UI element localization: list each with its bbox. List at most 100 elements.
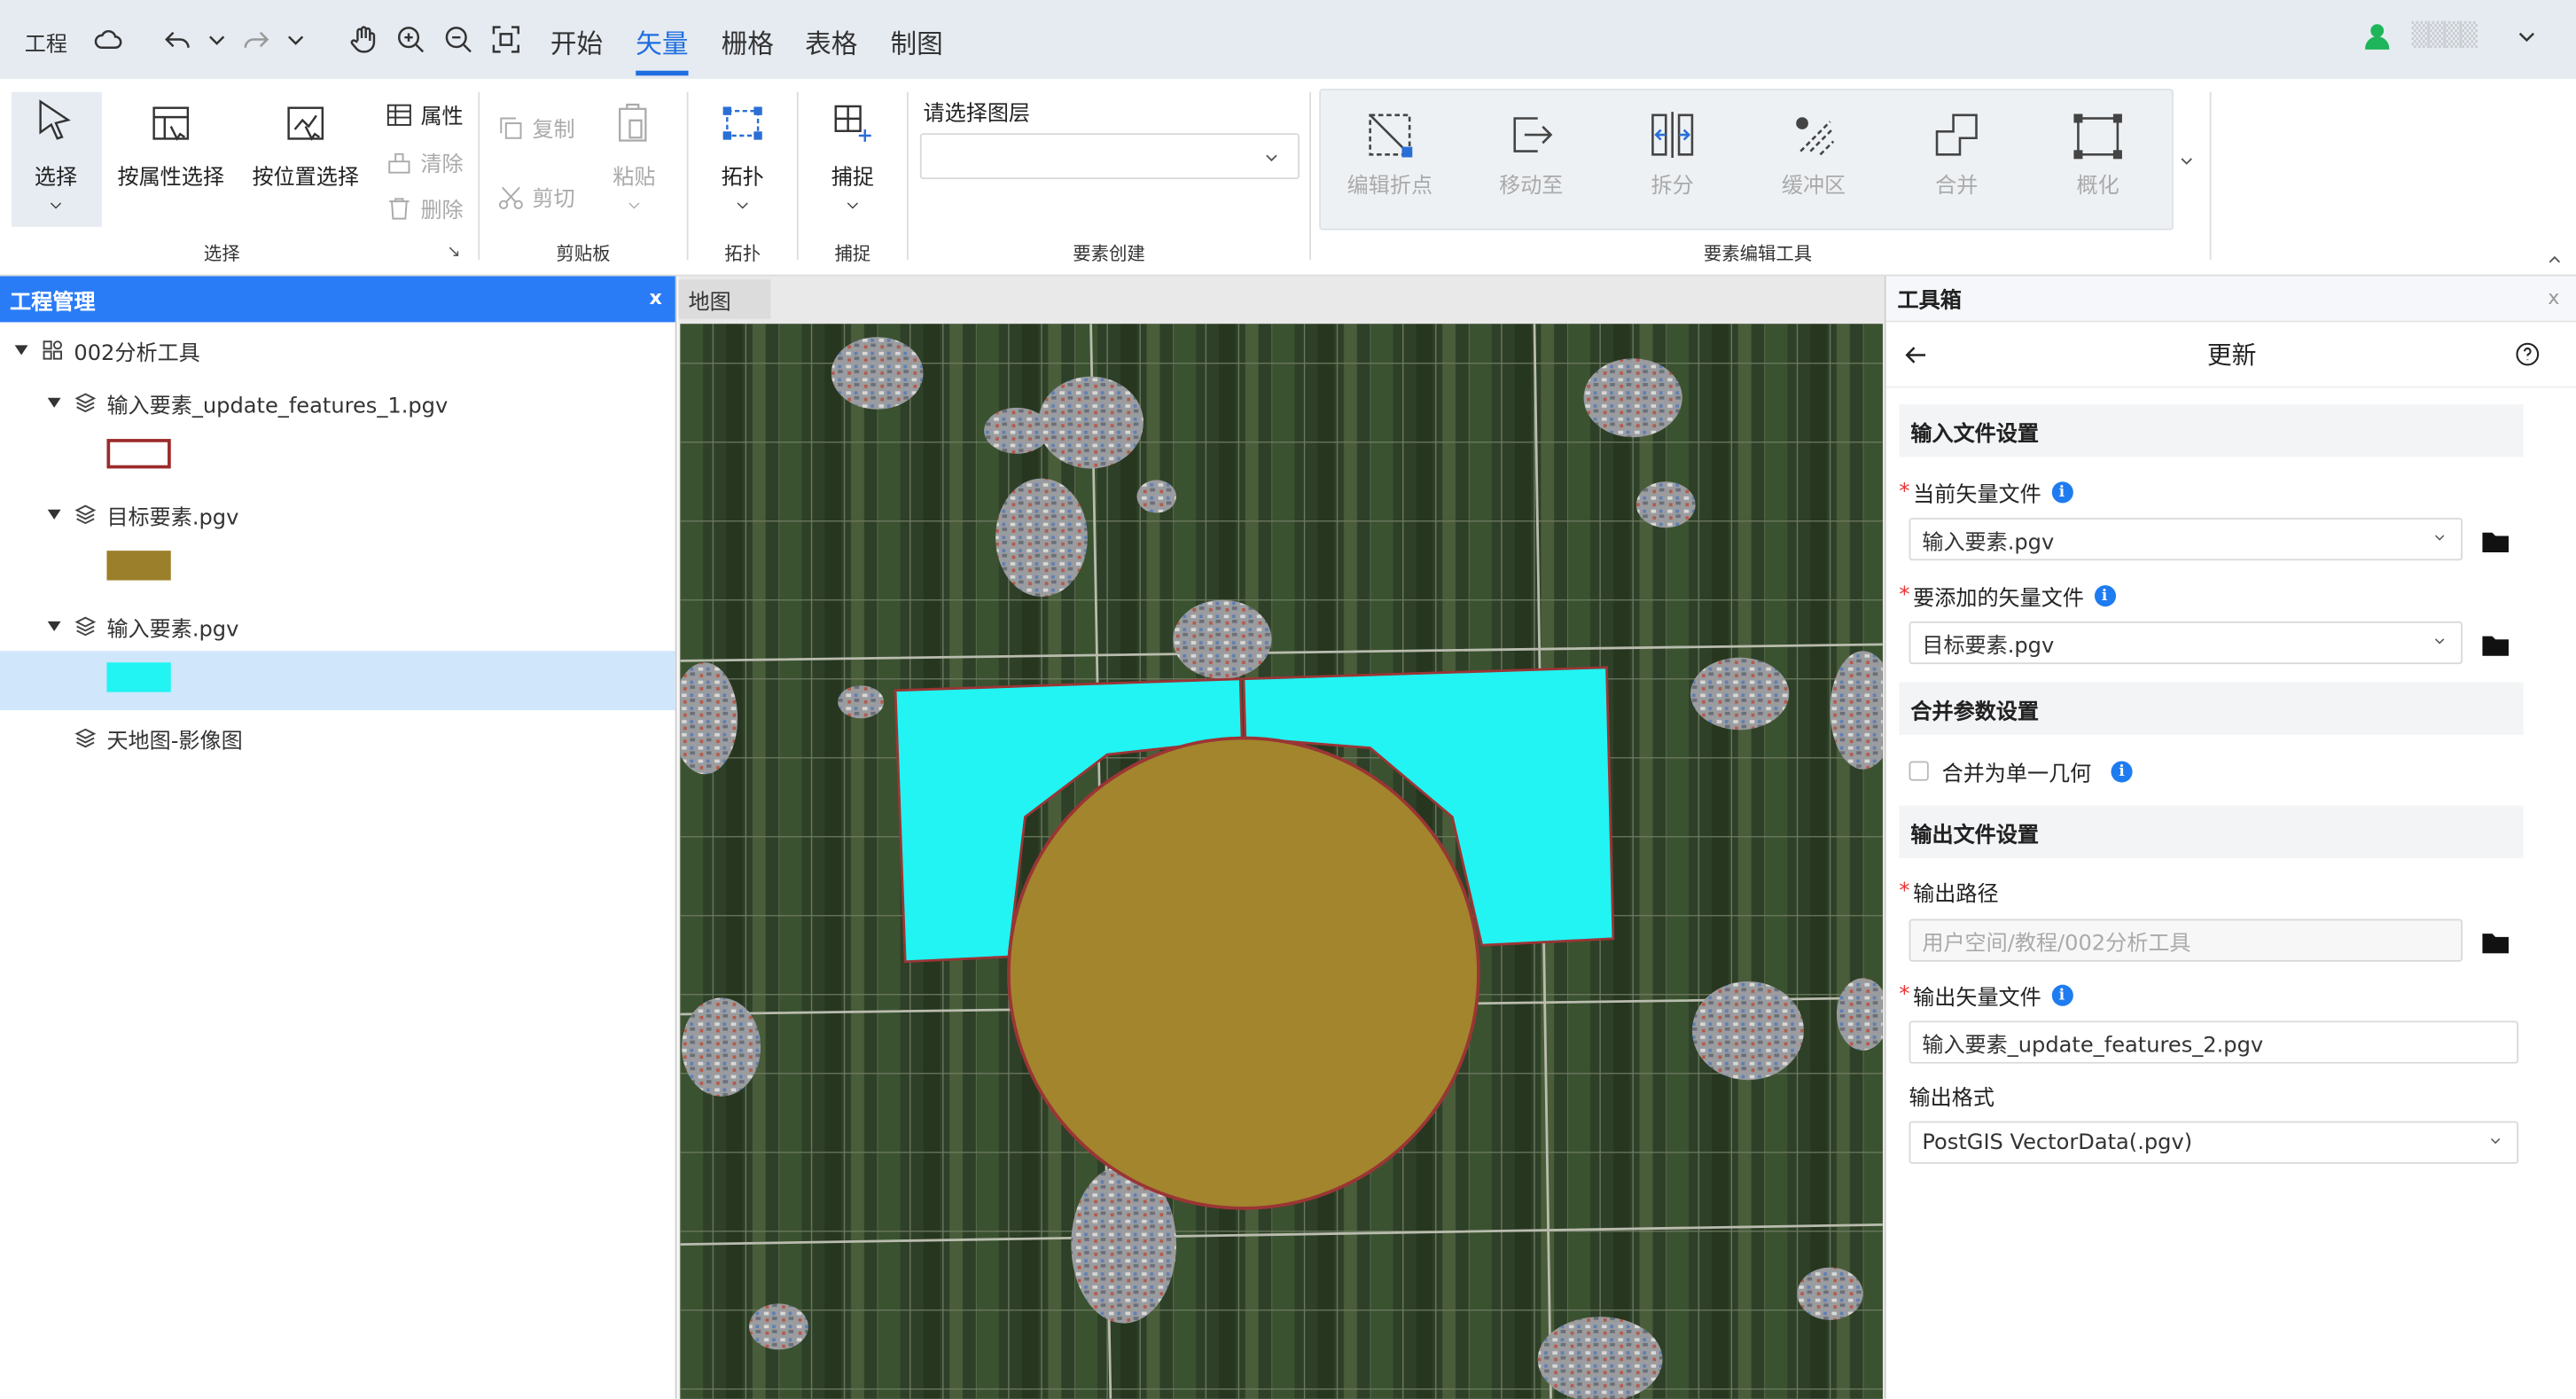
buffer-icon <box>1796 117 1835 156</box>
merge-single-checkbox[interactable] <box>1909 761 1929 781</box>
tree-layer-4[interactable]: 天地图-影像图 <box>0 710 675 766</box>
chevron-down-icon <box>2434 535 2445 541</box>
merge-single-label: 合并为单一几何 i <box>1942 756 2133 787</box>
tab-cartography[interactable]: 制图 <box>890 21 942 61</box>
info-icon[interactable]: i <box>2094 585 2116 607</box>
attributes-button[interactable]: 属性 <box>385 98 464 129</box>
help-icon[interactable] <box>2514 340 2542 369</box>
expand-caret-icon[interactable] <box>47 621 61 632</box>
snap-dropdown-icon[interactable] <box>843 196 863 215</box>
cut-button[interactable]: 剪切 <box>496 181 575 212</box>
tree-root-label: 002分析工具 <box>74 340 200 366</box>
output-path-input[interactable]: 用户空间/教程/002分析工具 <box>1909 918 2463 962</box>
select-tool[interactable]: 选择 <box>17 96 96 215</box>
expand-caret-icon[interactable] <box>14 345 28 356</box>
close-icon[interactable]: x <box>650 286 662 309</box>
expand-caret-icon[interactable] <box>47 397 61 408</box>
edit-vertex-button[interactable]: 编辑折点 <box>1334 108 1446 199</box>
chevron-down-icon <box>2490 1137 2501 1145</box>
project-menu[interactable]: 工程 <box>25 27 67 58</box>
tree-layer-3[interactable]: 输入要素.pgv <box>0 598 675 654</box>
paste-dropdown-icon[interactable] <box>624 196 644 215</box>
tab-vector[interactable]: 矢量 <box>636 21 689 76</box>
folder-icon[interactable] <box>2482 631 2509 656</box>
back-arrow-icon[interactable] <box>1901 340 1930 370</box>
layers-icon <box>74 616 97 637</box>
panel-header: 工具箱 x <box>1885 276 2576 323</box>
group-label-snap: 捕捉 <box>834 243 871 265</box>
user-name[interactable]: ▒▒▒▒ <box>2412 23 2478 50</box>
close-icon[interactable]: x <box>2548 286 2559 309</box>
tool-title: 更新 <box>2206 340 2257 371</box>
delete-button[interactable]: 删除 <box>385 192 464 223</box>
layer-swatch-cyan <box>106 662 171 692</box>
tree-layer-1[interactable]: 输入要素_update_features_1.pgv <box>0 375 675 431</box>
user-avatar-icon[interactable] <box>2357 17 2396 57</box>
select-dropdown-icon[interactable] <box>46 196 66 215</box>
layer-label: 输入要素_update_features_1.pgv <box>106 394 449 418</box>
location-select-icon <box>287 106 324 141</box>
snap-button[interactable]: 捕捉 <box>818 98 887 215</box>
pan-hand-icon[interactable] <box>343 20 382 59</box>
info-icon[interactable]: i <box>2111 761 2133 783</box>
expand-caret-icon[interactable] <box>47 509 61 520</box>
copy-button[interactable]: 复制 <box>496 112 575 143</box>
undo-dropdown-icon[interactable] <box>197 20 236 59</box>
edit-tools-more-icon[interactable] <box>2177 152 2197 171</box>
generalize-icon <box>2073 113 2122 160</box>
tab-start[interactable]: 开始 <box>550 21 603 61</box>
add-file-select[interactable]: 目标要素.pgv <box>1909 621 2463 665</box>
move-to-button[interactable]: 移动至 <box>1475 108 1587 199</box>
chevron-down-icon <box>1266 154 1277 162</box>
top-bar: 工程 开始 矢量 栅格 表格 制图 ▒▒▒▒ <box>0 0 2576 80</box>
clear-selection-button[interactable]: 清除 <box>385 146 464 177</box>
tree-layer-2[interactable]: 目标要素.pgv <box>0 487 675 543</box>
map-canvas[interactable] <box>680 324 1883 1399</box>
vector-features <box>894 666 1615 1210</box>
folder-icon[interactable] <box>2482 528 2509 553</box>
zoom-in-icon[interactable] <box>391 20 430 59</box>
tab-map[interactable]: 地图 <box>678 279 771 319</box>
user-dropdown-icon[interactable] <box>2507 17 2546 57</box>
merge-button[interactable]: 合并 <box>1901 108 2012 199</box>
group-label-edit: 要素编辑工具 <box>1703 243 1813 265</box>
info-icon[interactable]: i <box>2050 481 2073 504</box>
project-manager-panel: 工程管理 x 002分析工具 输入要素_update_features_1.pg… <box>0 276 677 1399</box>
paste-button[interactable]: 粘贴 <box>605 98 664 215</box>
zoom-out-icon[interactable] <box>439 20 478 59</box>
tool-header: 更新 <box>1885 322 2576 388</box>
redo-icon[interactable] <box>237 20 276 59</box>
output-file-input[interactable]: 输入要素_update_features_2.pgv <box>1909 1020 2519 1064</box>
location-select-button[interactable]: 按位置选择 <box>250 98 362 191</box>
split-button[interactable]: 拆分 <box>1617 108 1729 199</box>
layer-swatch-outline <box>106 439 171 469</box>
full-extent-icon[interactable] <box>487 20 526 59</box>
buffer-button[interactable]: 缓冲区 <box>1758 108 1870 199</box>
redo-dropdown-icon[interactable] <box>276 20 315 59</box>
tree-root[interactable]: 002分析工具 <box>0 322 675 378</box>
tree-layer-3-symbol-row[interactable] <box>0 651 675 711</box>
gold-circle-polygon[interactable] <box>1007 736 1480 1210</box>
group-expand-icon[interactable]: ↘ <box>447 243 461 261</box>
output-format-select[interactable]: PostGIS VectorData(.pgv) <box>1909 1121 2519 1164</box>
current-file-select[interactable]: 输入要素.pgv <box>1909 518 2463 561</box>
topology-button[interactable]: 拓扑 <box>710 98 776 215</box>
divider <box>2209 91 2212 260</box>
generalize-button[interactable]: 概化 <box>2042 108 2154 199</box>
undo-icon[interactable] <box>158 20 197 59</box>
layer-select-dropdown[interactable] <box>919 133 1300 180</box>
attribute-select-button[interactable]: 按属性选择 <box>115 98 227 191</box>
tab-raster[interactable]: 栅格 <box>722 21 774 61</box>
tab-table[interactable]: 表格 <box>805 21 857 61</box>
divider <box>478 91 480 260</box>
topology-dropdown-icon[interactable] <box>733 196 753 215</box>
project-icon <box>43 340 63 360</box>
add-file-label: * 要添加的矢量文件 i <box>1899 581 2116 612</box>
collapse-ribbon-icon[interactable] <box>2545 250 2564 270</box>
cloud-icon[interactable] <box>89 20 128 59</box>
layers-icon <box>74 504 97 525</box>
folder-icon[interactable] <box>2482 929 2509 954</box>
section-merge-params: 合并参数设置 <box>1899 682 2524 735</box>
attribute-select-icon <box>152 106 190 141</box>
info-icon[interactable]: i <box>2050 984 2073 1006</box>
